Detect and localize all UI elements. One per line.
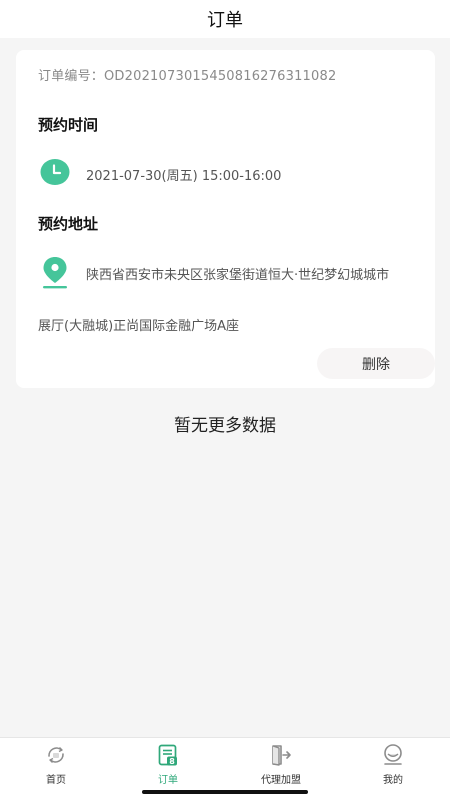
address-line-1: 陕西省西安市未央区张家堡街道恒大·世纪梦幻城城市 — [86, 268, 390, 283]
home-indicator — [142, 790, 308, 794]
clock-icon — [40, 159, 70, 185]
tab-mine[interactable]: 我的 — [337, 738, 449, 788]
address-line-2: 展厅(大融城)正尚国际金融广场A座 — [38, 319, 240, 334]
delete-order-button[interactable]: 删除 — [317, 348, 435, 379]
appointment-time-value: 2021-07-30(周五) 15:00-16:00 — [86, 169, 282, 184]
tab-mine-label: 我的 — [383, 775, 403, 786]
tab-agent-join-label: 代理加盟 — [261, 775, 301, 786]
no-more-data-text: 暂无更多数据 — [174, 416, 276, 436]
order-number: 订单编号：OD20210730154508162763110​82 — [38, 69, 337, 84]
tab-home-label: 首页 — [46, 775, 66, 786]
page-title: 订单 — [207, 10, 243, 31]
appointment-address-heading: 预约地址 — [38, 215, 99, 233]
profile-icon — [384, 744, 402, 765]
top-nav-bar: 订单 — [0, 0, 450, 38]
home-icon — [48, 747, 64, 763]
location-pin-icon — [43, 257, 67, 289]
agent-join-icon — [272, 745, 291, 766]
tab-order[interactable]: 8 订单 — [112, 738, 224, 788]
appointment-time-heading: 预约时间 — [38, 116, 99, 134]
order-card[interactable]: 订单编号：OD20210730154508162763110​82 预约时间 2… — [16, 50, 435, 388]
tab-home[interactable]: 首页 — [0, 738, 112, 788]
tab-agent-join[interactable]: 代理加盟 — [225, 738, 337, 788]
order-badge: 8 — [169, 757, 175, 766]
order-icon: 8 — [158, 744, 177, 766]
tab-order-label: 订单 — [158, 775, 178, 786]
